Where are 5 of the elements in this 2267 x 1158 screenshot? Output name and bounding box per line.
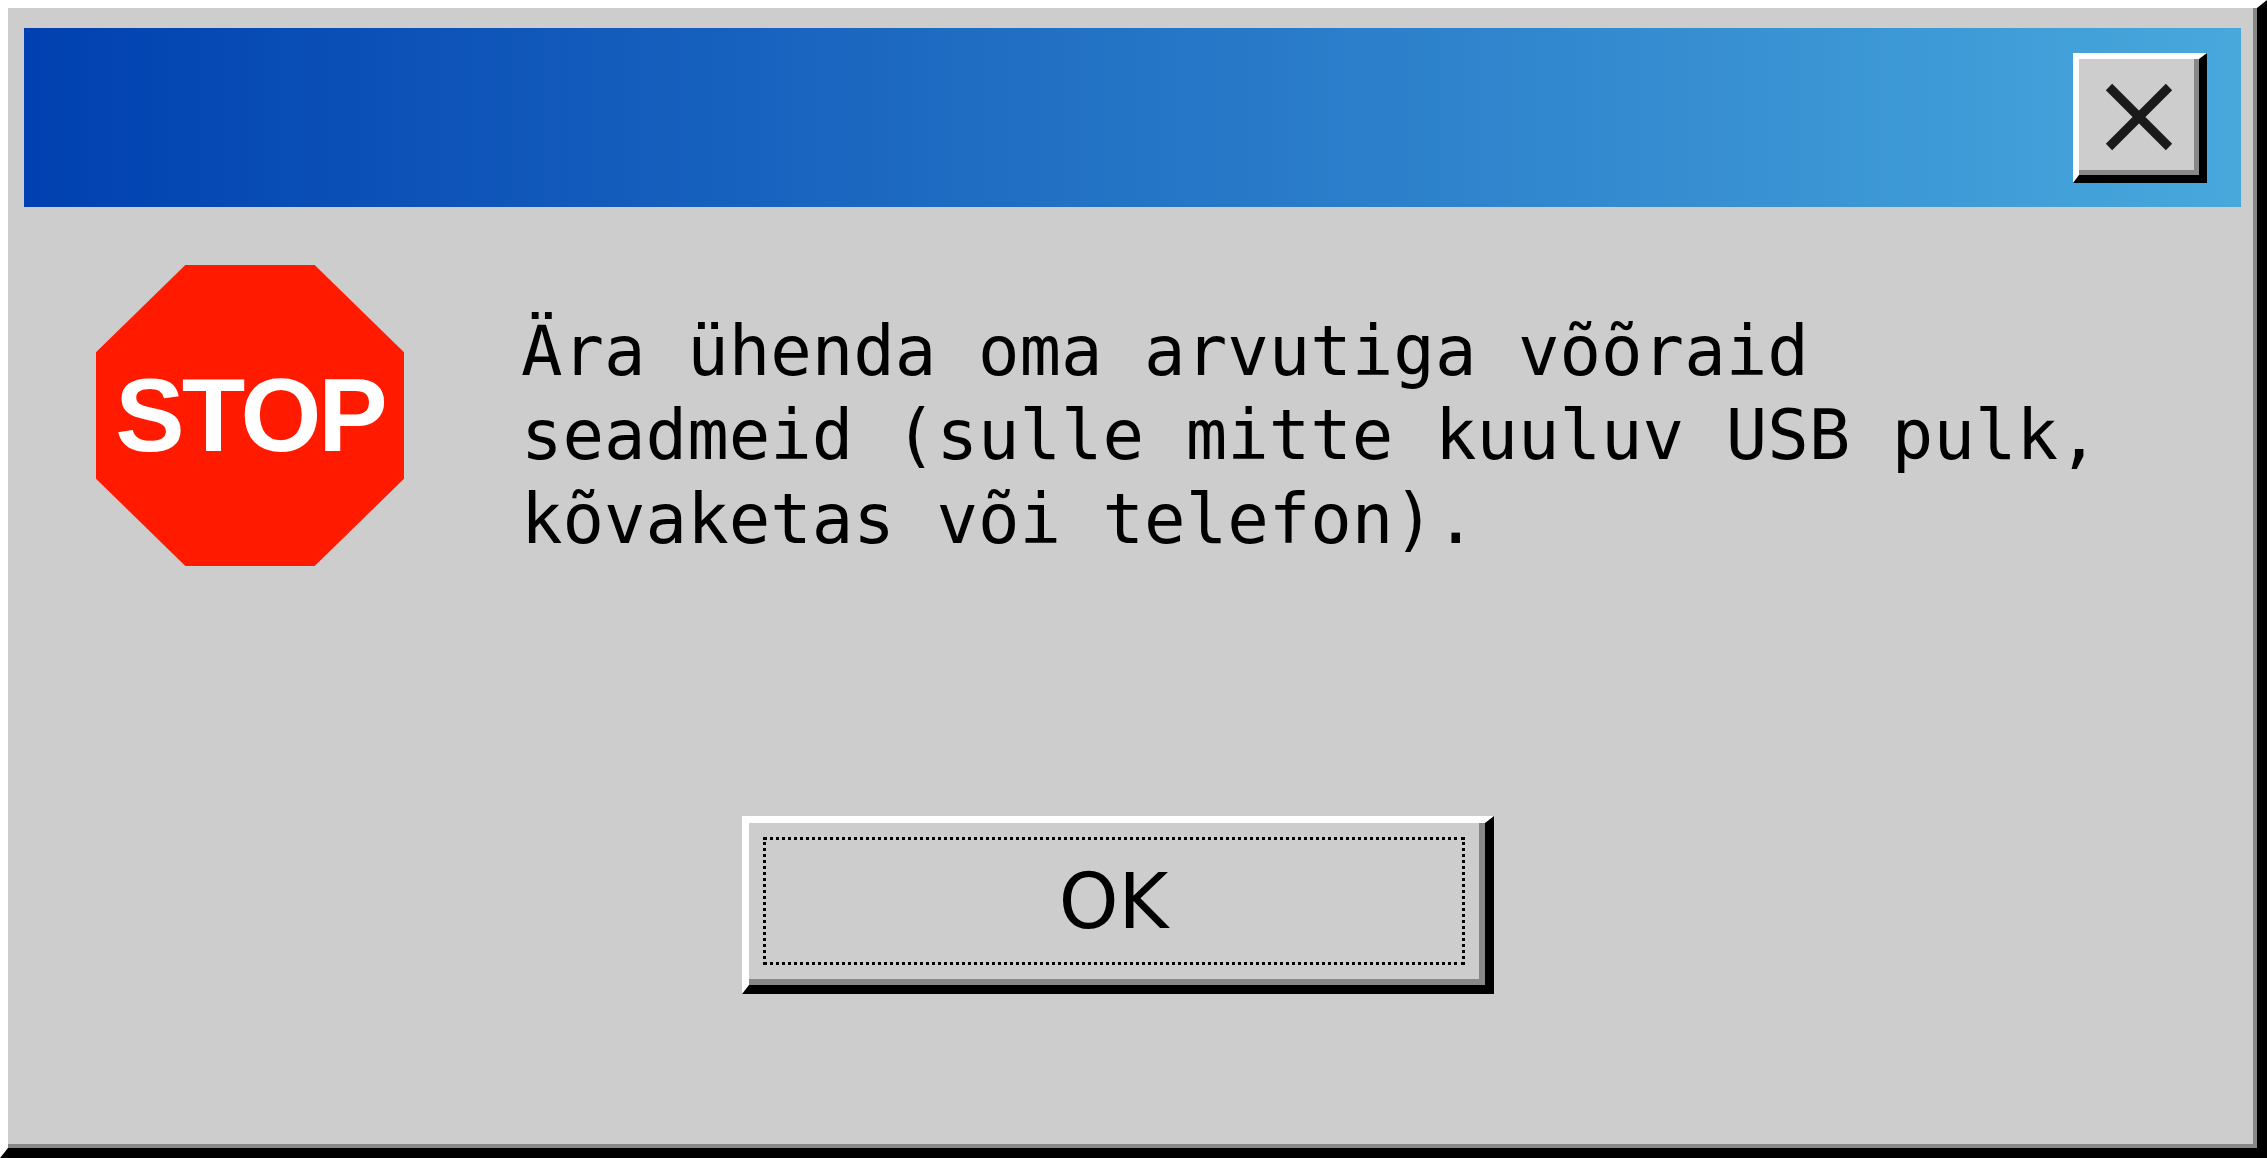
- close-icon: [2104, 81, 2174, 152]
- ok-button[interactable]: OK: [741, 816, 1494, 994]
- close-button[interactable]: [2073, 52, 2207, 183]
- message-text: Ära ühenda oma arvutiga võõraid seadmeid (sulle mitte kuuluv USB pulk, kõvaketas või telefon).: [521, 310, 2101, 561]
- stop-sign: STOP: [96, 265, 404, 566]
